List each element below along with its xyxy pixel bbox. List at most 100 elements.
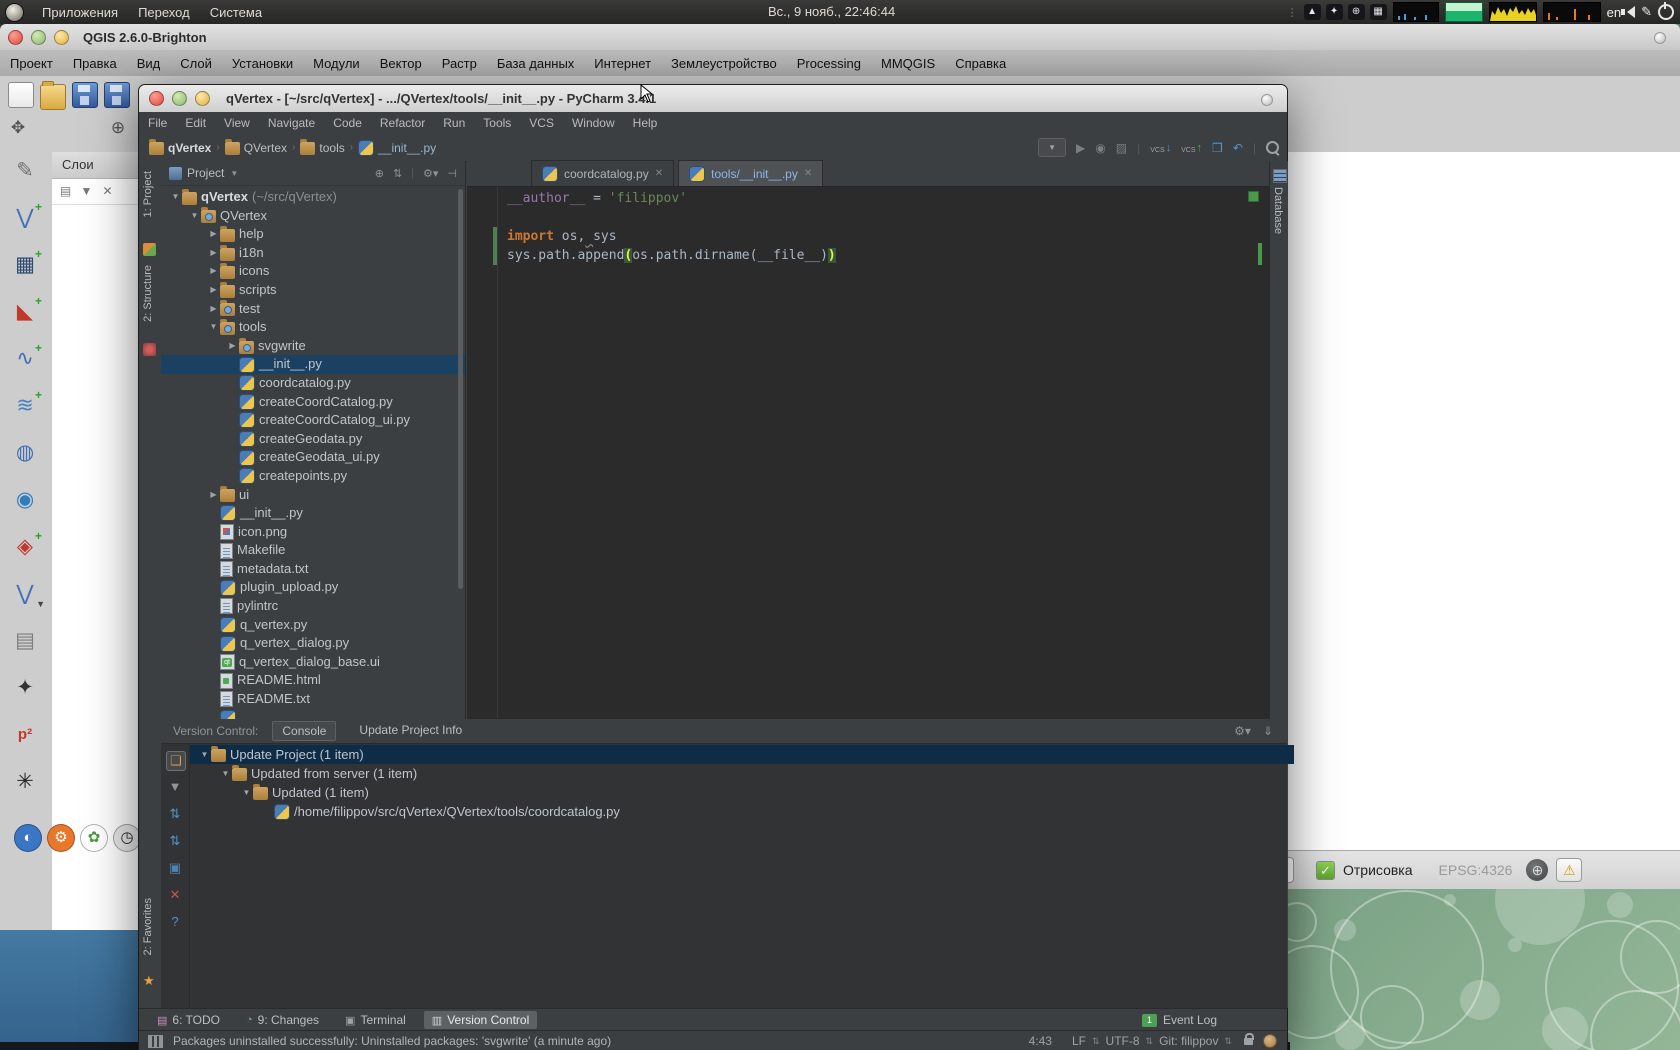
help-icon[interactable]: ? xyxy=(166,913,184,931)
expanded-arrow-icon[interactable]: ▼ xyxy=(188,207,201,226)
vc-tree-row[interactable]: ▼Updated from server (1 item) xyxy=(190,764,1286,783)
locate-file-icon[interactable]: ⊕ xyxy=(375,167,384,180)
digitize-pencil-icon[interactable]: ✎ xyxy=(10,156,40,186)
polygon-tool-icon[interactable]: ◣+ xyxy=(10,297,40,327)
tree-row[interactable]: ▶scripts xyxy=(161,281,465,300)
code-line[interactable] xyxy=(507,208,836,227)
tree-row[interactable]: README.html xyxy=(161,671,465,690)
gear-icon[interactable]: ⚙▾ xyxy=(1234,724,1251,738)
drive-icon[interactable]: ▲ xyxy=(1304,4,1321,20)
system-menu-Приложения[interactable]: Приложения xyxy=(32,5,128,20)
tree-row[interactable]: __init__.py xyxy=(161,504,465,523)
qgis-menu-Проект[interactable]: Проект xyxy=(0,56,63,71)
vcs-update-button[interactable]: VCS↓ xyxy=(1150,142,1171,154)
placemark-tool-icon[interactable]: ◈+ xyxy=(10,532,40,562)
tree-row[interactable]: q_vertex.py xyxy=(161,616,465,635)
qgis-menu-Слой[interactable]: Слой xyxy=(170,56,222,71)
close-tab-icon[interactable]: ✕ xyxy=(804,168,812,179)
tree-row[interactable]: icon.png xyxy=(161,523,465,542)
tree-row[interactable]: coordcatalog.py xyxy=(161,374,465,393)
tree-row[interactable]: createGeodata_ui.py xyxy=(161,448,465,467)
compass-icon[interactable]: ⊕ xyxy=(1348,4,1365,20)
curve-tool-icon[interactable]: ∿+ xyxy=(10,344,40,374)
qgis-menu-Справка[interactable]: Справка xyxy=(945,56,1016,71)
hector-inspections-icon[interactable] xyxy=(1263,1034,1277,1048)
system-clock[interactable]: Вс., 9 нояб., 22:46:44 xyxy=(768,0,895,24)
tree-row[interactable]: createpoints.py xyxy=(161,467,465,486)
status-message[interactable]: Packages uninstalled successfully: Unins… xyxy=(173,1034,611,1048)
add-vertex-icon[interactable]: ⋁+ xyxy=(10,203,40,233)
hide-panel-icon[interactable]: ⊣ xyxy=(447,167,457,180)
tree-row[interactable]: ▼tools xyxy=(161,318,465,337)
tree-row[interactable]: ▶help xyxy=(161,225,465,244)
maximize-button[interactable] xyxy=(54,30,69,45)
walk-tool-icon[interactable]: ✦ xyxy=(10,673,40,703)
tree-row[interactable]: metadata.txt xyxy=(161,560,465,579)
search-icon[interactable] xyxy=(1266,141,1279,154)
p2-tool-icon[interactable]: p² xyxy=(10,720,40,750)
qgis-menu-База данных[interactable]: База данных xyxy=(487,56,584,71)
tablet-pen-icon[interactable]: ✎ xyxy=(1641,4,1652,20)
editor-tab[interactable]: coordcatalog.py✕ xyxy=(531,160,674,186)
vc-tree-row[interactable]: /home/filippov/src/qVertex/QVertex/tools… xyxy=(190,802,1286,821)
volume-icon[interactable] xyxy=(1627,6,1635,18)
system-menu-Система[interactable]: Система xyxy=(200,5,272,20)
collapsed-arrow-icon[interactable]: ▶ xyxy=(207,262,220,281)
new-project-icon[interactable] xyxy=(8,82,34,108)
breadcrumb-item[interactable]: QVertex xyxy=(225,140,287,155)
qgis-menu-Модули[interactable]: Модули xyxy=(303,56,370,71)
qgis-menu-Вектор[interactable]: Вектор xyxy=(370,56,432,71)
breadcrumb-item[interactable]: qVertex xyxy=(149,140,211,155)
pan-tool-icon[interactable]: ✥ xyxy=(6,116,30,140)
sphere-tool-icon[interactable]: ◍ xyxy=(10,438,40,468)
line-separator[interactable]: LF xyxy=(1072,1034,1086,1048)
gear-icon[interactable]: ⚙▾ xyxy=(423,167,438,180)
collapsed-arrow-icon[interactable]: ▶ xyxy=(226,337,239,356)
qgis-menu-Растр[interactable]: Растр xyxy=(432,56,487,71)
vc-tree-row[interactable]: ▼Update Project (1 item) xyxy=(190,745,1294,764)
close-tab-icon[interactable]: ✕ xyxy=(655,168,663,179)
expanded-arrow-icon[interactable]: ▼ xyxy=(219,764,232,783)
code-editor[interactable]: __author__ = 'filippov' import os, syssy… xyxy=(467,187,1269,718)
save-as-icon[interactable] xyxy=(104,82,130,108)
tree-row[interactable]: createCoordCatalog.py xyxy=(161,393,465,412)
vc-tab-Console[interactable]: Console xyxy=(272,721,336,741)
tree-row[interactable]: ▼QVertex xyxy=(161,207,465,226)
qgis-plugin-icon[interactable]: ✿ xyxy=(80,824,108,852)
tree-row[interactable]: README.txt xyxy=(161,690,465,709)
qgis-menu-Землеустройство[interactable]: Землеустройство xyxy=(661,56,787,71)
tree-row[interactable]: pylintrc xyxy=(161,597,465,616)
favorites-star-icon[interactable]: ★ xyxy=(143,973,156,986)
distro-logo-icon[interactable] xyxy=(5,3,24,22)
toolwindow-tab-terminal[interactable]: ▣Terminal xyxy=(337,1011,414,1029)
cpu-history-graph-icon[interactable] xyxy=(1489,2,1537,22)
window-menu-dot-icon[interactable] xyxy=(1261,94,1273,106)
pycharm-menu-Run[interactable]: Run xyxy=(434,116,474,130)
code-line[interactable]: import os, sys xyxy=(507,227,836,246)
expanded-arrow-icon[interactable]: ▼ xyxy=(207,318,220,337)
maximize-button[interactable] xyxy=(195,91,210,106)
layer-style-icon[interactable]: ▤ xyxy=(58,184,73,199)
system-menu-Переход[interactable]: Переход xyxy=(128,5,200,20)
close-icon[interactable]: ✕ xyxy=(166,886,184,904)
window-menu-dot-icon[interactable] xyxy=(1654,32,1666,44)
editor-tab[interactable]: tools/__init__.py✕ xyxy=(678,160,823,186)
tree-row[interactable]: createGeodata.py xyxy=(161,430,465,449)
debug-button[interactable]: ◉ xyxy=(1095,141,1105,155)
notes-icon[interactable]: ✦ xyxy=(1326,4,1343,20)
project-tree-scrollbar[interactable] xyxy=(458,189,463,589)
power-icon[interactable] xyxy=(1658,4,1674,20)
save-project-icon[interactable] xyxy=(72,82,98,108)
layer-remove-icon[interactable]: ✕ xyxy=(100,184,115,199)
vertex-menu-icon[interactable]: ⋁▼ xyxy=(10,579,40,609)
pycharm-menu-View[interactable]: View xyxy=(215,116,259,130)
breadcrumb-item[interactable]: __init__.py xyxy=(358,140,436,156)
vcs-branch[interactable]: Git: filippov xyxy=(1159,1034,1218,1048)
tree-row[interactable]: __init__.py xyxy=(161,355,465,374)
expanded-arrow-icon[interactable]: ▼ xyxy=(240,783,253,802)
qgis-menu-Processing[interactable]: Processing xyxy=(787,56,871,71)
qgis-menu-Установки[interactable]: Установки xyxy=(222,56,303,71)
tree-row[interactable]: plugin_upload.py xyxy=(161,578,465,597)
tree-row[interactable]: ▶svgwrite xyxy=(161,337,465,356)
filter-icon[interactable]: ▼ xyxy=(166,778,184,796)
